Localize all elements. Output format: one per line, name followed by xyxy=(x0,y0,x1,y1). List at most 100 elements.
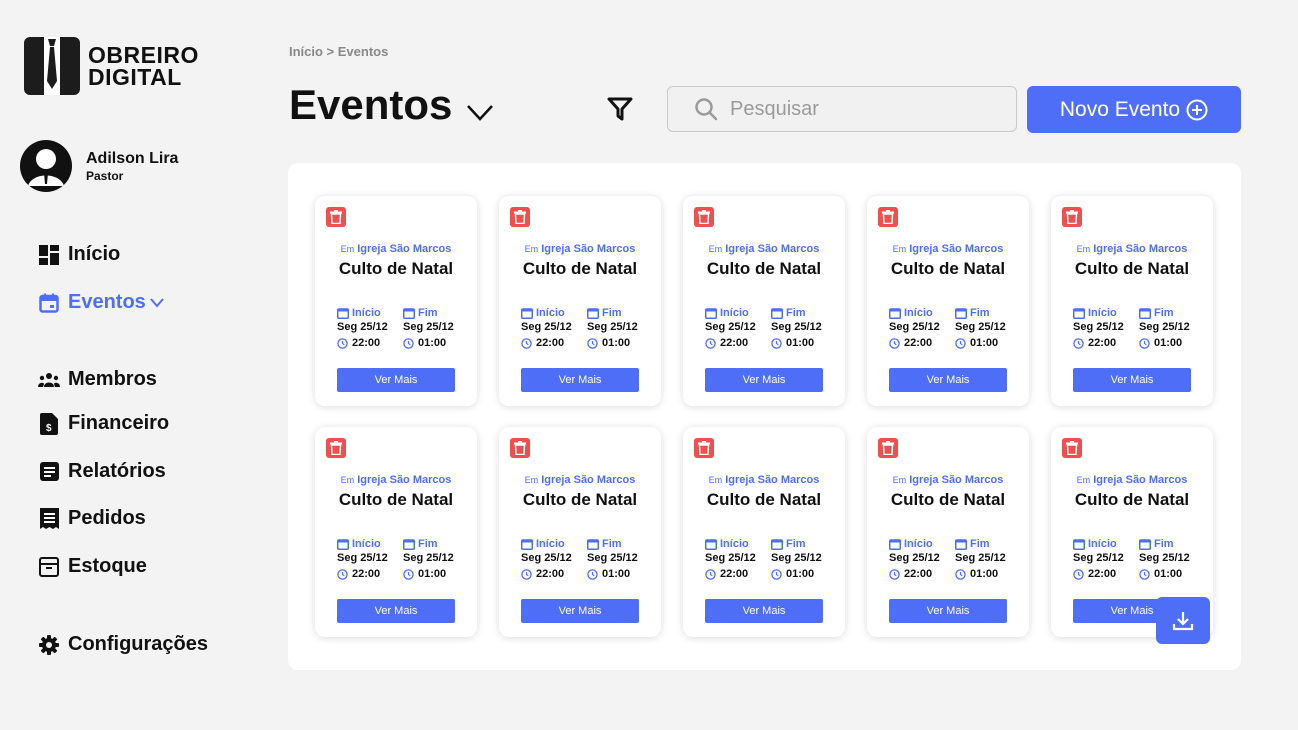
calendar-icon xyxy=(955,538,967,550)
download-button[interactable] xyxy=(1156,597,1210,644)
delete-event-button[interactable] xyxy=(694,438,714,458)
see-more-button[interactable]: Ver Mais xyxy=(521,368,639,392)
event-title: Culto de Natal xyxy=(706,259,822,278)
event-title: Culto de Natal xyxy=(890,259,1006,278)
group-icon xyxy=(38,369,60,391)
delete-event-button[interactable] xyxy=(694,207,714,227)
sidebar-item-label: Relatórios xyxy=(68,460,166,482)
calendar-icon xyxy=(403,538,415,550)
delete-event-button[interactable] xyxy=(326,438,346,458)
sidebar-item-eventos[interactable]: Eventos xyxy=(38,291,164,314)
delete-event-button[interactable] xyxy=(1062,207,1082,227)
trash-icon xyxy=(882,441,894,455)
sidebar-item-financeiro[interactable]: $ Financeiro xyxy=(38,412,169,435)
event-start-date: Seg 25/12 xyxy=(337,321,388,333)
svg-text:$: $ xyxy=(46,423,52,434)
clock-icon xyxy=(403,568,414,580)
app-logo[interactable]: OBREIRO DIGITAL xyxy=(24,37,199,95)
event-end-time: 01:00 xyxy=(786,568,815,580)
event-start-date: Seg 25/12 xyxy=(705,552,756,564)
event-end: Fim Seg 25/12 01:00 xyxy=(1139,307,1190,349)
delete-event-button[interactable] xyxy=(878,207,898,227)
user-profile[interactable]: Adilson Lira Pastor xyxy=(20,140,178,192)
trash-icon xyxy=(1066,210,1078,224)
page-title[interactable]: Eventos xyxy=(289,78,494,132)
delete-event-button[interactable] xyxy=(510,207,530,227)
event-end-label: Fim xyxy=(1154,538,1174,550)
delete-event-button[interactable] xyxy=(878,438,898,458)
see-more-button[interactable]: Ver Mais xyxy=(521,599,639,623)
event-card: Em Igreja São Marcos Culto de Natal Iníc… xyxy=(683,196,845,406)
event-end: Fim Seg 25/12 01:00 xyxy=(403,538,454,580)
calendar-icon xyxy=(38,292,60,314)
filter-icon[interactable] xyxy=(607,97,633,126)
calendar-icon xyxy=(521,538,533,550)
search-field[interactable] xyxy=(667,86,1017,132)
new-event-button-label: Novo Evento xyxy=(1059,97,1181,121)
event-title: Culto de Natal xyxy=(522,490,638,509)
event-end-date: Seg 25/12 xyxy=(771,321,822,333)
trash-icon xyxy=(514,441,526,455)
sidebar-item-label: Membros xyxy=(68,368,157,390)
clock-icon xyxy=(587,337,598,349)
event-location: Em Igreja São Marcos xyxy=(499,474,661,486)
archive-box-icon xyxy=(38,556,60,578)
trash-icon xyxy=(330,210,342,224)
event-start-time: 22:00 xyxy=(904,568,933,580)
sidebar-item-inicio[interactable]: Início xyxy=(38,243,120,266)
event-start-date: Seg 25/12 xyxy=(337,552,388,564)
event-start-date: Seg 25/12 xyxy=(521,552,572,564)
event-location-name: Igreja São Marcos xyxy=(725,474,820,486)
search-input[interactable] xyxy=(728,96,1012,122)
delete-event-button[interactable] xyxy=(1062,438,1082,458)
event-card: Em Igreja São Marcos Culto de Natal Iníc… xyxy=(315,427,477,637)
event-end-date: Seg 25/12 xyxy=(587,552,638,564)
delete-event-button[interactable] xyxy=(510,438,530,458)
event-end: Fim Seg 25/12 01:00 xyxy=(771,538,822,580)
event-end-time: 01:00 xyxy=(418,337,447,349)
trash-icon xyxy=(698,441,710,455)
chevron-down-icon[interactable] xyxy=(466,84,494,132)
calendar-icon xyxy=(889,307,901,319)
avatar xyxy=(20,140,72,192)
delete-event-button[interactable] xyxy=(326,207,346,227)
event-start: Início Seg 25/12 22:00 xyxy=(705,307,756,349)
see-more-button[interactable]: Ver Mais xyxy=(705,368,823,392)
event-location-name: Igreja São Marcos xyxy=(909,474,1004,486)
event-location-name: Igreja São Marcos xyxy=(725,243,820,255)
event-start: Início Seg 25/12 22:00 xyxy=(889,538,940,580)
sidebar-item-relatorios[interactable]: Relatórios xyxy=(38,460,166,483)
event-end-label: Fim xyxy=(970,307,990,319)
sidebar-item-pedidos[interactable]: Pedidos xyxy=(38,507,146,530)
sidebar-item-estoque[interactable]: Estoque xyxy=(38,555,147,578)
event-start-label: Início xyxy=(536,538,565,550)
calendar-icon xyxy=(337,538,349,550)
sidebar-item-label: Início xyxy=(68,243,121,265)
trash-icon xyxy=(330,441,342,455)
event-title: Culto de Natal xyxy=(338,490,454,509)
new-event-button[interactable]: Novo Evento xyxy=(1027,86,1241,133)
clock-icon xyxy=(705,337,716,349)
calendar-icon xyxy=(771,538,783,550)
event-end: Fim Seg 25/12 01:00 xyxy=(1139,538,1190,580)
event-start-time: 22:00 xyxy=(536,337,565,349)
event-location: Em Igreja São Marcos xyxy=(683,243,845,255)
event-start: Início Seg 25/12 22:00 xyxy=(521,538,572,580)
dashboard-icon xyxy=(38,244,60,266)
see-more-button[interactable]: Ver Mais xyxy=(889,368,1007,392)
event-title: Culto de Natal xyxy=(890,490,1006,509)
event-end-label: Fim xyxy=(970,538,990,550)
event-end-label: Fim xyxy=(418,538,438,550)
sidebar-item-configuracoes[interactable]: Configurações xyxy=(38,633,208,656)
see-more-button[interactable]: Ver Mais xyxy=(1073,368,1191,392)
see-more-button[interactable]: Ver Mais xyxy=(705,599,823,623)
event-start-time: 22:00 xyxy=(1088,337,1117,349)
see-more-button[interactable]: Ver Mais xyxy=(889,599,1007,623)
event-end-date: Seg 25/12 xyxy=(771,552,822,564)
clock-icon xyxy=(771,337,782,349)
event-end-time: 01:00 xyxy=(1154,568,1183,580)
sidebar-item-membros[interactable]: Membros xyxy=(38,368,157,391)
event-location: Em Igreja São Marcos xyxy=(683,474,845,486)
see-more-button[interactable]: Ver Mais xyxy=(337,368,455,392)
see-more-button[interactable]: Ver Mais xyxy=(337,599,455,623)
